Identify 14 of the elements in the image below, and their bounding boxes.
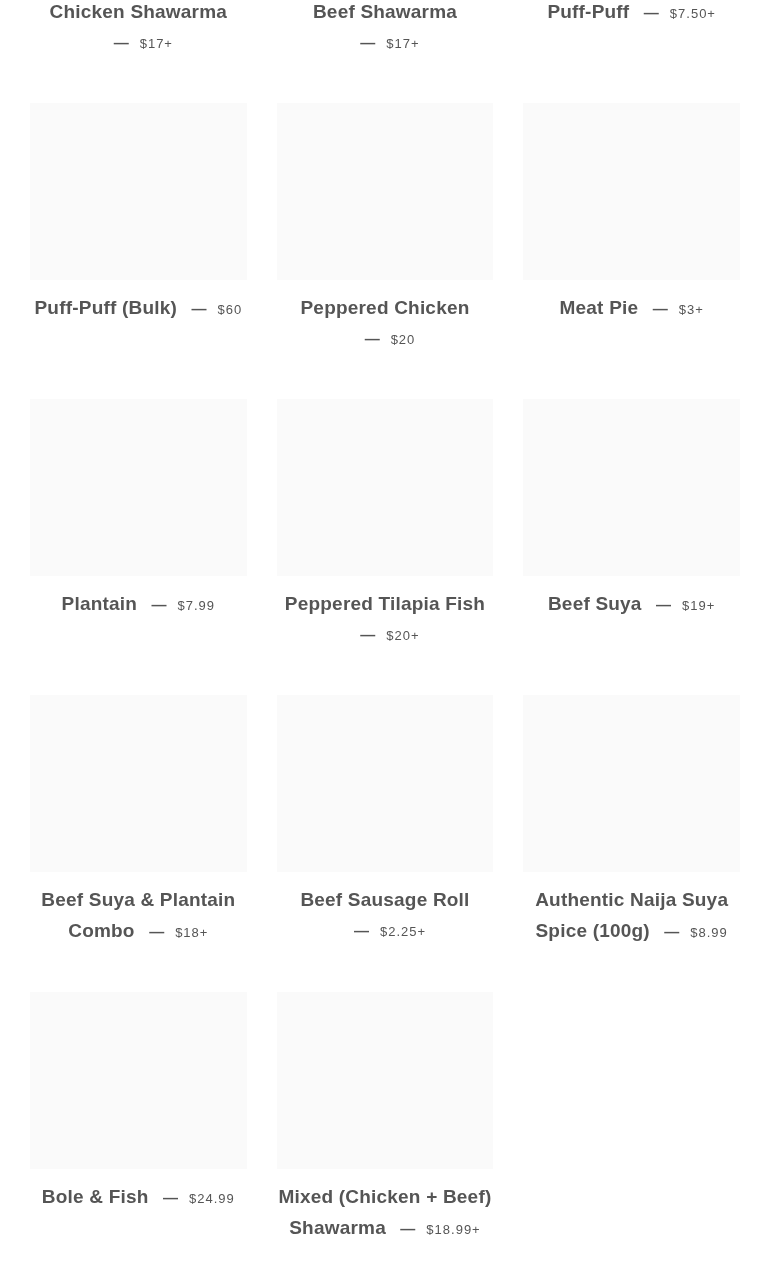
- product-caption[interactable]: Beef Sausage Roll — $2.25+: [276, 885, 494, 947]
- product-caption[interactable]: Beef Shawarma — $17+: [276, 0, 494, 59]
- product-caption[interactable]: Bole & Fish — $24.99: [30, 1182, 247, 1214]
- product-caption[interactable]: Beef Suya — $19+: [523, 589, 740, 621]
- product-caption[interactable]: Beef Suya & Plantain Combo — $18+: [30, 885, 247, 948]
- product-caption[interactable]: Authentic Naija Suya Spice (100g) — $8.99: [523, 885, 740, 948]
- product-caption[interactable]: Peppered Chicken — $20: [276, 293, 494, 355]
- product-caption[interactable]: Mixed (Chicken + Beef) Shawarma — $18.99+: [276, 1182, 494, 1245]
- product-caption[interactable]: Plantain — $7.99: [30, 589, 247, 621]
- product-caption[interactable]: Puff-Puff (Bulk) — $60: [30, 293, 247, 325]
- product-caption[interactable]: Peppered Tilapia Fish — $20+: [276, 589, 494, 651]
- product-caption[interactable]: Chicken Shawarma — $17+: [30, 0, 247, 59]
- product-caption[interactable]: Puff-Puff — $7.50+: [523, 0, 740, 29]
- product-caption[interactable]: Meat Pie — $3+: [523, 293, 740, 325]
